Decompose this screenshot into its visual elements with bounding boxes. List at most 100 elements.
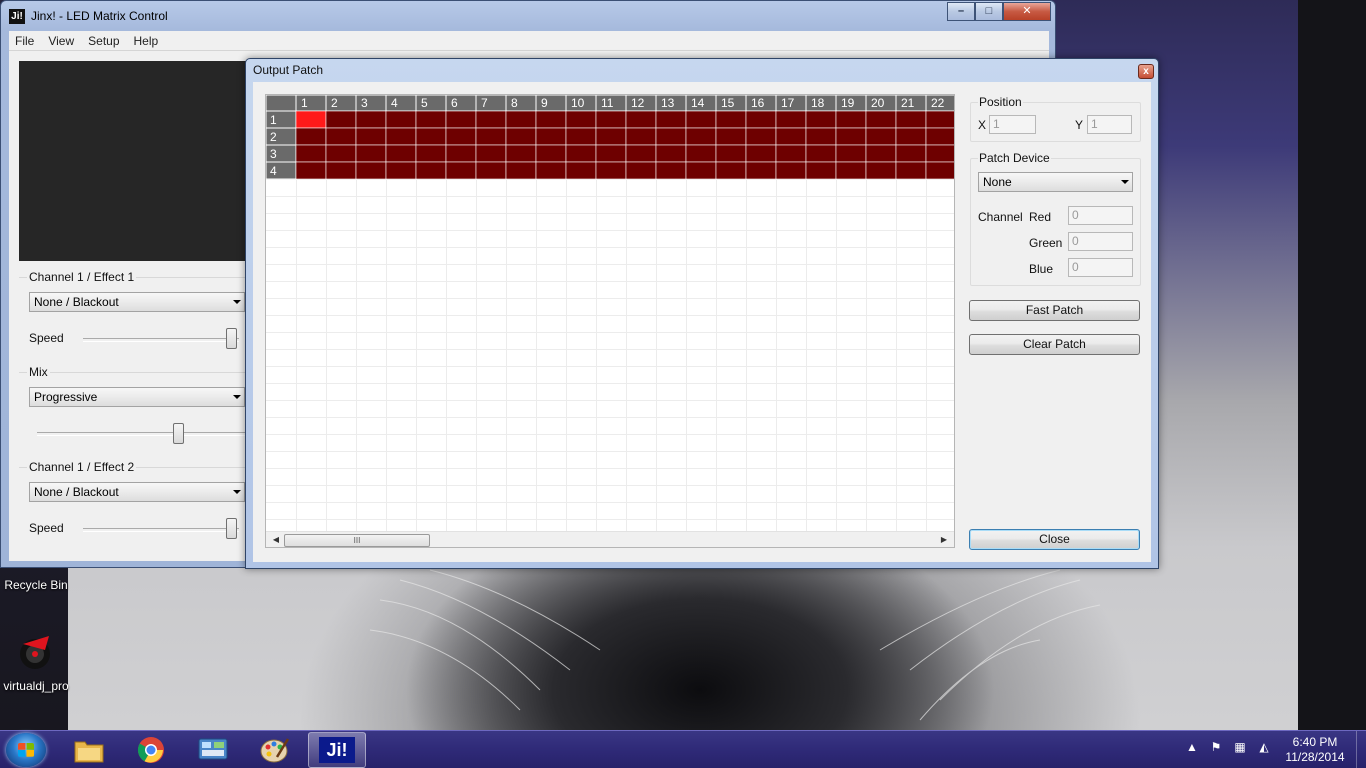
grid-cell[interactable] (745, 161, 777, 180)
grid-cell[interactable] (595, 110, 627, 129)
taskbar-jinx[interactable]: Ji! (308, 732, 366, 768)
grid-cell[interactable] (745, 110, 777, 129)
grid-cell[interactable] (445, 161, 477, 180)
mix-slider-thumb[interactable] (173, 423, 184, 444)
taskbar-explorer[interactable] (60, 732, 118, 768)
grid-cell[interactable] (625, 161, 657, 180)
dialog-close-button[interactable]: x (1138, 64, 1154, 79)
grid-cell[interactable] (775, 144, 807, 163)
grid-cell[interactable] (505, 144, 537, 163)
speed-slider-thumb[interactable] (226, 328, 237, 349)
grid-cell[interactable] (475, 161, 507, 180)
scrollbar-thumb[interactable]: III (284, 534, 430, 547)
grid-cell[interactable] (805, 127, 837, 146)
grid-cell[interactable] (925, 161, 954, 180)
grid-cell[interactable] (415, 127, 447, 146)
grid-cell[interactable] (865, 161, 897, 180)
grid-cell[interactable] (385, 161, 417, 180)
position-x-field[interactable]: 1 (989, 115, 1036, 134)
start-button[interactable] (6, 733, 46, 767)
grid-cell[interactable] (535, 110, 567, 129)
speed-slider-track[interactable] (83, 528, 239, 532)
speed-slider-thumb[interactable] (226, 518, 237, 539)
show-desktop-button[interactable] (1356, 731, 1366, 768)
grid-cell[interactable] (535, 127, 567, 146)
taskbar-control-panel[interactable] (184, 732, 242, 768)
grid-cell[interactable] (325, 161, 357, 180)
menu-view[interactable]: View (42, 34, 82, 48)
taskbar-clock[interactable]: 6:40 PM 11/28/2014 (1280, 735, 1350, 765)
grid-cell[interactable] (625, 144, 657, 163)
scroll-left-icon[interactable]: ◀ (268, 532, 284, 547)
grid-cell-selected[interactable] (295, 110, 327, 129)
grid-cell[interactable] (895, 127, 927, 146)
grid-cell[interactable] (775, 161, 807, 180)
menu-help[interactable]: Help (128, 34, 167, 48)
grid-cell[interactable] (355, 144, 387, 163)
grid-cell[interactable] (625, 127, 657, 146)
taskbar-chrome[interactable] (122, 732, 180, 768)
grid-cell[interactable] (445, 110, 477, 129)
clear-patch-button[interactable]: Clear Patch (969, 334, 1140, 355)
desktop-icon-recycle-bin[interactable]: Recycle Bin (0, 578, 72, 592)
grid-cell[interactable] (745, 144, 777, 163)
cloud-drive-icon[interactable]: ◭ (1256, 739, 1272, 755)
mix-slider-track[interactable] (37, 432, 247, 436)
grid-cell[interactable] (535, 161, 567, 180)
grid-cell[interactable] (325, 127, 357, 146)
grid-cell[interactable] (835, 144, 867, 163)
grid-cell[interactable] (505, 110, 537, 129)
grid-cell[interactable] (925, 110, 954, 129)
close-button[interactable]: Close (969, 529, 1140, 550)
grid-cell[interactable] (385, 144, 417, 163)
grid-cell[interactable] (865, 110, 897, 129)
grid-cell[interactable] (655, 144, 687, 163)
grid-cell[interactable] (805, 161, 837, 180)
minimize-button[interactable]: – (947, 2, 975, 21)
network-icon[interactable]: ▦ (1232, 739, 1248, 755)
grid-cell[interactable] (595, 161, 627, 180)
grid-cell[interactable] (475, 110, 507, 129)
grid-cell[interactable] (355, 161, 387, 180)
channel1-effect1-select[interactable]: None / Blackout (29, 292, 245, 312)
grid-cell[interactable] (685, 161, 717, 180)
patch-grid-canvas[interactable]: 1 2 3 4 5 6 7 8 9 10 11 12 13 14 15 16 17 18 19 20 21 221234 (266, 95, 954, 531)
grid-cell[interactable] (925, 144, 954, 163)
grid-cell[interactable] (835, 127, 867, 146)
grid-cell[interactable] (475, 144, 507, 163)
patch-grid[interactable]: 1 2 3 4 5 6 7 8 9 10 11 12 13 14 15 16 17 18 19 20 21 22 1 2 3 4 … (265, 94, 955, 548)
desktop-icon-virtualdj[interactable]: virtualdj_pro (0, 630, 72, 693)
horizontal-scrollbar[interactable]: ◀ III ▶ (266, 531, 954, 547)
grid-cell[interactable] (385, 127, 417, 146)
menu-setup[interactable]: Setup (82, 34, 127, 48)
grid-cell[interactable] (865, 127, 897, 146)
grid-cell[interactable] (295, 127, 327, 146)
grid-cell[interactable] (685, 127, 717, 146)
grid-cell[interactable] (535, 144, 567, 163)
red-channel-field[interactable]: 0 (1068, 206, 1133, 225)
grid-cell[interactable] (415, 161, 447, 180)
grid-cell[interactable] (895, 161, 927, 180)
speed-slider-track[interactable] (83, 338, 239, 342)
grid-cell[interactable] (445, 144, 477, 163)
grid-cell[interactable] (835, 110, 867, 129)
grid-cell[interactable] (385, 110, 417, 129)
grid-cell[interactable] (595, 144, 627, 163)
grid-cell[interactable] (865, 144, 897, 163)
grid-cell[interactable] (715, 127, 747, 146)
grid-cell[interactable] (715, 144, 747, 163)
grid-cell[interactable] (655, 127, 687, 146)
grid-cell[interactable] (835, 161, 867, 180)
grid-cell[interactable] (415, 110, 447, 129)
grid-cell[interactable] (625, 110, 657, 129)
grid-cell[interactable] (445, 127, 477, 146)
grid-cell[interactable] (355, 127, 387, 146)
taskbar-paint[interactable] (246, 732, 304, 768)
channel1-effect2-select[interactable]: None / Blackout (29, 482, 245, 502)
grid-cell[interactable] (715, 161, 747, 180)
grid-cell[interactable] (355, 110, 387, 129)
show-hidden-icons-icon[interactable]: ▲ (1184, 739, 1200, 755)
grid-cell[interactable] (775, 110, 807, 129)
grid-cell[interactable] (505, 161, 537, 180)
grid-cell[interactable] (655, 161, 687, 180)
